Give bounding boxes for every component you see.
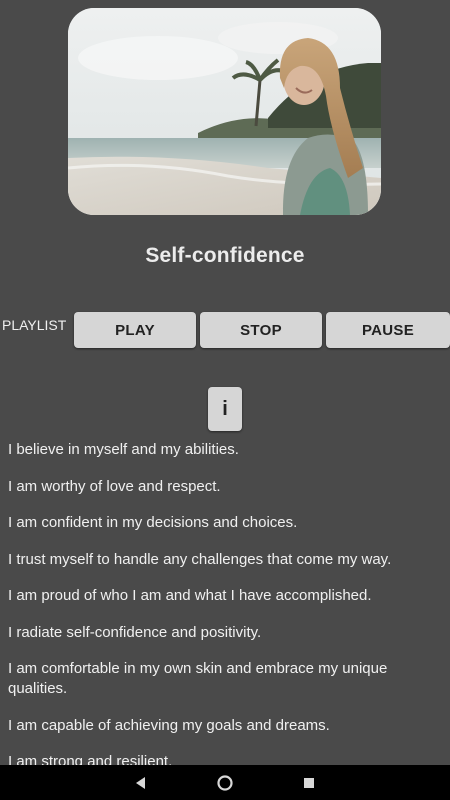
- affirmation-item: I trust myself to handle any challenges …: [8, 550, 392, 568]
- stop-button[interactable]: STOP: [200, 312, 322, 348]
- affirmation-item: I am worthy of love and respect.: [8, 477, 221, 495]
- affirmation-item: I am comfortable in my own skin and embr…: [8, 660, 388, 697]
- recents-icon[interactable]: [296, 765, 322, 800]
- affirmation-item: I radiate self-confidence and positivity…: [8, 623, 262, 641]
- app-screen: Self-confidence PLAYLIST PLAY STOP PAUSE…: [0, 0, 450, 800]
- affirmation-list[interactable]: I believe in myself and my abilities. I …: [8, 440, 428, 765]
- playlist-label[interactable]: PLAYLIST: [2, 317, 66, 333]
- affirmation-item: I am capable of achieving my goals and d…: [8, 716, 330, 734]
- pause-button[interactable]: PAUSE: [326, 312, 450, 348]
- page-title: Self-confidence: [145, 244, 305, 267]
- play-button[interactable]: PLAY: [74, 312, 196, 348]
- home-icon[interactable]: [212, 765, 238, 800]
- affirmation-item: I believe in myself and my abilities.: [8, 441, 239, 458]
- affirmation-item: I am confident in my decisions and choic…: [8, 514, 298, 531]
- affirmation-item: I am strong and resilient.: [8, 753, 173, 765]
- info-button[interactable]: i: [208, 387, 242, 431]
- hero-image: [68, 8, 381, 215]
- back-icon[interactable]: [128, 765, 154, 800]
- affirmation-item: I am proud of who I am and what I have a…: [8, 587, 372, 604]
- system-navigation-bar: [0, 765, 450, 800]
